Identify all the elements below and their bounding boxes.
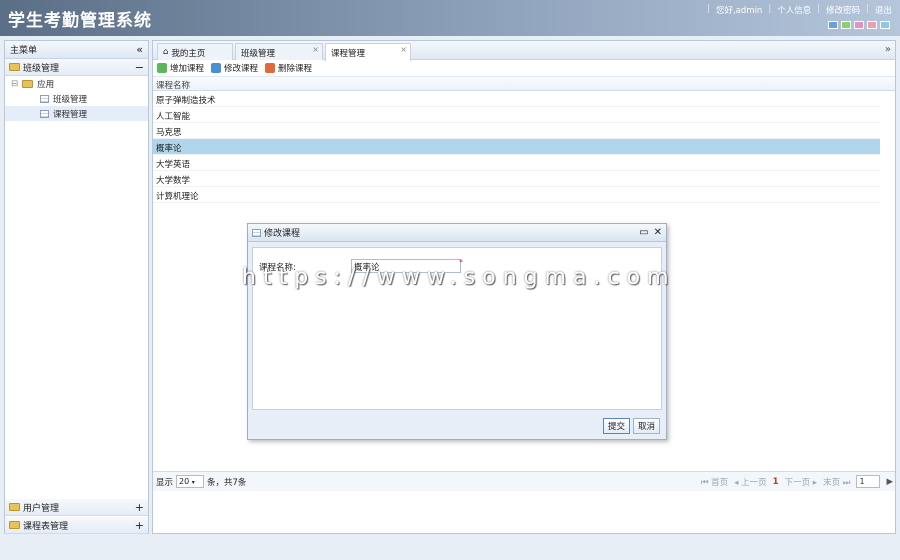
skin-cyan[interactable] (880, 21, 890, 29)
delete-icon (265, 63, 276, 73)
edit-icon (211, 63, 222, 73)
skin-switcher (828, 21, 890, 29)
tab-bar: ⌂ 我的主页 班级管理 × 课程管理 × » (153, 41, 895, 61)
skin-rose[interactable] (867, 21, 877, 29)
toolbar: 增加课程 修改课程 删除课程 (153, 60, 895, 77)
tab-label: 我的主页 (171, 49, 206, 59)
tab-class-management[interactable]: 班级管理 × (235, 43, 323, 60)
close-icon[interactable]: ✕ (654, 227, 662, 238)
grid-column-header[interactable]: 课程名称 (153, 77, 895, 91)
edit-course-label: 修改课程 (224, 64, 259, 74)
tree-item-label: 课程管理 (53, 109, 88, 120)
tree-item-label: 班级管理 (53, 94, 88, 105)
add-course-label: 增加课程 (170, 64, 205, 74)
next-page-button[interactable]: 下一页 ▸ (785, 476, 817, 488)
tab-scroll-icon[interactable]: » (885, 44, 891, 55)
table-row[interactable]: 概率论 (153, 139, 880, 155)
grid-body: 原子弹制造技术 人工智能 马克思 概率论 大学英语 大学数学 计算机理论 (153, 91, 895, 203)
tab-course-management[interactable]: 课程管理 × (325, 43, 411, 61)
page-number-input[interactable]: 1 (856, 475, 881, 488)
accordion-schedule-management[interactable]: 课程表管理 + (5, 517, 148, 534)
prev-page-button[interactable]: ◂ 上一页 (734, 476, 766, 488)
form-icon (252, 228, 261, 237)
plus-icon[interactable]: + (135, 501, 144, 514)
dialog-footer: 提交 取消 (248, 413, 666, 439)
accordion-label: 班级管理 (23, 63, 60, 74)
edit-course-button[interactable]: 修改课程 (211, 62, 258, 74)
page-footer (0, 536, 900, 560)
close-icon[interactable]: × (400, 45, 407, 54)
change-password-link[interactable]: 修改密码 (826, 4, 860, 16)
collapse-icon[interactable]: « (136, 43, 143, 56)
last-page-button[interactable]: 末页 ⏭ (823, 476, 850, 488)
top-links: | 您好,admin | 个人信息 | 修改密码 | 退出 (707, 4, 892, 16)
page-icon (40, 94, 49, 103)
chevron-down-icon: ▾ (191, 479, 195, 486)
delete-course-button[interactable]: 删除课程 (265, 62, 312, 74)
table-row[interactable]: 原子弹制造技术 (153, 91, 880, 107)
current-page: 1 (772, 476, 779, 487)
skin-green[interactable] (841, 21, 851, 29)
folder-icon (9, 63, 20, 71)
skin-blue[interactable] (828, 21, 838, 29)
first-page-button[interactable]: ⏮ 首页 (701, 476, 728, 488)
dialog-header: 修改课程 ▭ ✕ (248, 224, 666, 242)
table-row[interactable]: 大学数学 (153, 171, 880, 187)
add-course-button[interactable]: 增加课程 (157, 62, 204, 74)
accordion-user-management[interactable]: 用户管理 + (5, 499, 148, 516)
dialog-title: 修改课程 (264, 229, 301, 239)
tree-expander-icon[interactable]: ⊟ (11, 79, 18, 89)
home-icon: ⌂ (163, 47, 169, 57)
pagination-bar: 显示 20 ▾ 条，共7条 ⏮ 首页 ◂ 上一页 1 下一页 ▸ 末页 ⏭ 1 … (153, 471, 895, 491)
pager-show-label: 显示 (156, 477, 174, 488)
tree-group-label: 应用 (37, 79, 55, 90)
folder-icon (9, 521, 20, 529)
close-icon[interactable]: × (312, 45, 319, 54)
sidebar-header: 主菜单 « (5, 41, 148, 59)
tab-label: 课程管理 (331, 49, 366, 59)
table-row[interactable]: 计算机理论 (153, 187, 880, 203)
table-row[interactable]: 人工智能 (153, 107, 880, 123)
minus-icon[interactable]: − (135, 61, 144, 74)
table-row[interactable]: 马克思 (153, 123, 880, 139)
delete-course-label: 删除课程 (278, 64, 313, 74)
tree-group-app[interactable]: ⊟ 应用 (5, 76, 148, 91)
edit-course-dialog: 修改课程 ▭ ✕ 课程名称: 概率论 * 提交 取消 (247, 223, 667, 440)
maximize-icon[interactable]: ▭ (639, 227, 648, 238)
page-size-value: 20 (179, 477, 190, 486)
skin-pink[interactable] (854, 21, 864, 29)
go-page-icon[interactable]: ▶ (886, 477, 893, 487)
page-icon (40, 109, 49, 118)
app-title: 学生考勤管理系统 (8, 11, 152, 31)
table-row[interactable]: 大学英语 (153, 155, 880, 171)
greeting-link[interactable]: 您好,admin (716, 4, 762, 16)
plus-icon[interactable]: + (135, 519, 144, 532)
folder-icon (9, 503, 20, 511)
page-size-select[interactable]: 20 ▾ (176, 475, 205, 488)
folder-open-icon (22, 79, 34, 88)
accordion-label: 课程表管理 (23, 521, 69, 532)
logout-link[interactable]: 退出 (875, 4, 892, 16)
sidebar: 主菜单 « 班级管理 − ⊟ 应用 班级管理 课程管理 用户管理 + 课程表管理… (4, 40, 149, 534)
watermark-text: https://www.songma.com (242, 265, 676, 290)
pager-total-label: 条，共7条 (207, 477, 247, 488)
accordion-class-management[interactable]: 班级管理 − (5, 59, 148, 76)
accordion-label: 用户管理 (23, 503, 60, 514)
sidebar-title: 主菜单 (10, 46, 38, 56)
app-header: 学生考勤管理系统 | 您好,admin | 个人信息 | 修改密码 | 退出 (0, 0, 900, 36)
tab-label: 班级管理 (241, 49, 276, 59)
cancel-button[interactable]: 取消 (632, 418, 660, 434)
tree-item-course[interactable]: 课程管理 (5, 106, 148, 121)
tree-item-class[interactable]: 班级管理 (5, 91, 148, 106)
tab-home[interactable]: ⌂ 我的主页 (157, 43, 233, 60)
submit-button[interactable]: 提交 (602, 418, 630, 434)
add-icon (157, 63, 167, 73)
profile-link[interactable]: 个人信息 (777, 4, 811, 16)
